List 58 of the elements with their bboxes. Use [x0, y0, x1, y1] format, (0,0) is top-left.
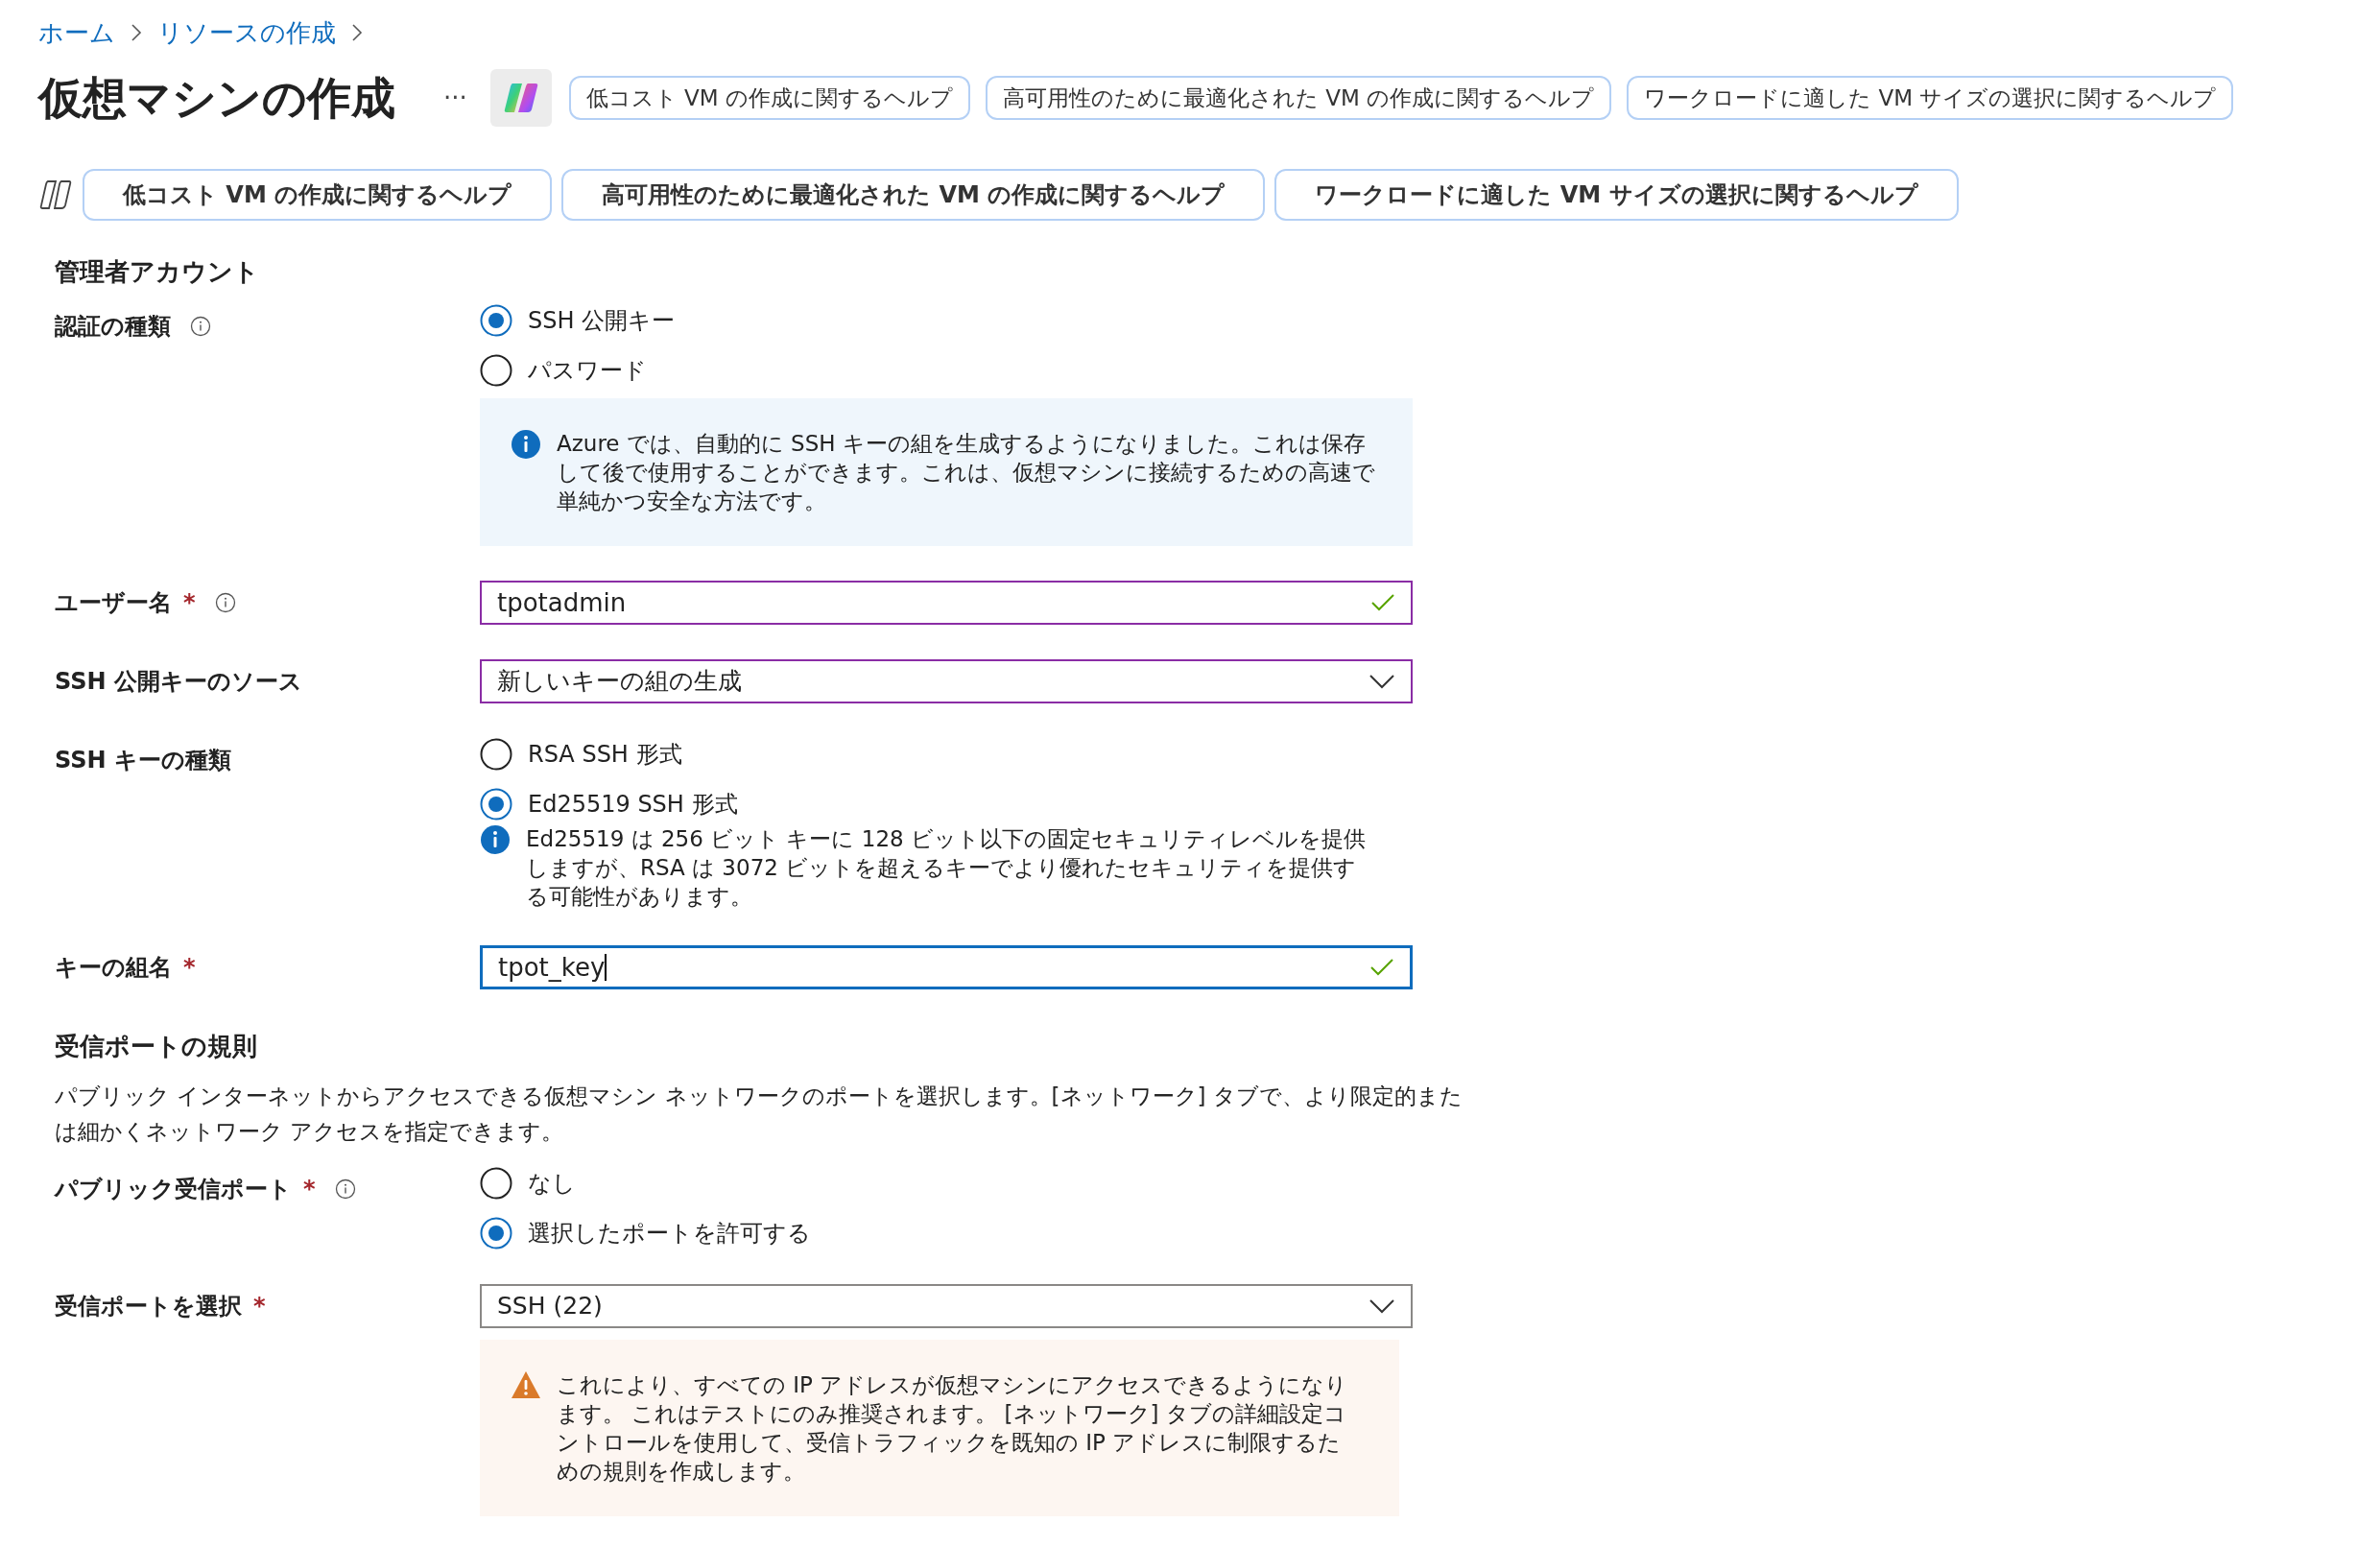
required-asterisk: *: [183, 953, 196, 983]
radio-button[interactable]: [480, 788, 512, 821]
radio-label[interactable]: 選択したポートを許可する: [528, 1216, 811, 1250]
section-heading: 管理者アカウント: [54, 256, 260, 288]
help-button[interactable]: 高可用性のために最適化された VM の作成に関するヘルプ: [561, 169, 1266, 221]
info-icon[interactable]: [334, 1178, 356, 1200]
breadcrumb-link[interactable]: ホーム: [38, 13, 115, 52]
section-description: パブリック インターネットからアクセスできる仮想マシン ネットワークのポートを選択します。[ネットワーク] タブで、より限定的または細かくネットワーク アクセスを指定できます。: [54, 1083, 1464, 1146]
text-input-field[interactable]: tpot_key: [480, 945, 1413, 989]
radio-button[interactable]: [480, 1167, 512, 1200]
more-button[interactable]: ···: [443, 79, 467, 117]
field-label: キーの組名: [55, 953, 172, 983]
field-label: SSH キーの種類: [55, 746, 231, 775]
radio-label[interactable]: Ed25519 SSH 形式: [528, 787, 738, 821]
required-asterisk: *: [253, 1292, 266, 1321]
section-heading: 受信ポートの規則: [54, 1031, 258, 1062]
help-button[interactable]: 高可用性のために最適化された VM の作成に関するヘルプ: [986, 76, 1612, 120]
radio-button[interactable]: [480, 354, 512, 387]
checkmark-icon: [1370, 592, 1395, 613]
field-label: SSH 公開キーのソース: [55, 667, 302, 697]
text-input-field[interactable]: tpotadmin: [480, 581, 1413, 625]
info-icon: [480, 824, 511, 855]
help-button[interactable]: 低コスト VM の作成に関するヘルプ: [568, 76, 970, 120]
field-label: 認証の種類: [55, 312, 171, 342]
chevron-down-icon: [1368, 1298, 1395, 1314]
copilot-outline-icon: [38, 178, 73, 211]
field-label: ユーザー名: [55, 588, 172, 618]
warning-icon: [511, 1370, 541, 1399]
radio-button[interactable]: [480, 1217, 512, 1250]
help-button[interactable]: ワークロードに適した VM サイズの選択に関するヘルプ: [1274, 169, 1959, 221]
dropdown[interactable]: SSH (22): [480, 1284, 1413, 1328]
chevron-right-icon: [351, 23, 363, 42]
copilot-icon: [502, 81, 539, 115]
dropdown[interactable]: 新しいキーの組の生成: [480, 659, 1413, 703]
page-title: 仮想マシンの作成: [38, 70, 395, 126]
breadcrumb-link[interactable]: リソースの作成: [157, 13, 336, 52]
field-label: パブリック受信ポート: [55, 1175, 292, 1204]
chevron-right-icon: [131, 23, 142, 42]
note-text: Azure では、自動的に SSH キーの組を生成するようになりました。これは保存して後で使用することができます。これは、仮想マシンに接続するための高速で単純かつ安全な方法です。: [557, 430, 1376, 515]
radio-button[interactable]: [480, 304, 512, 337]
required-asterisk: *: [183, 588, 196, 618]
radio-label[interactable]: パスワード: [528, 353, 647, 388]
help-button[interactable]: 低コスト VM の作成に関するヘルプ: [83, 169, 553, 221]
copilot-button[interactable]: [489, 69, 552, 127]
info-icon[interactable]: [190, 316, 211, 337]
field-label: 受信ポートを選択: [55, 1292, 242, 1321]
info-icon: [511, 429, 541, 460]
help-button[interactable]: ワークロードに適した VM サイズの選択に関するヘルプ: [1627, 76, 2234, 120]
required-asterisk: *: [303, 1175, 316, 1204]
info-icon[interactable]: [214, 592, 236, 613]
radio-label[interactable]: SSH 公開キー: [528, 303, 676, 338]
note-text: これにより、すべての IP アドレスが仮想マシンにアクセスできるようになります。 これはテストにのみ推奨されます。 [ネットワーク] タブの詳細設定コントロールを使用して、受信トラフィックを既知の IP アドレスに制限するための規則を作成します。: [557, 1371, 1349, 1486]
radio-button[interactable]: [480, 738, 512, 771]
radio-label[interactable]: なし: [528, 1166, 576, 1201]
note-text: Ed25519 は 256 ビット キーに 128 ビット以下の固定セキュリティレベルを提供しますが、RSA は 3072 ビットを超えるキーでより優れたセキュリティを提供する可能性があります。: [526, 825, 1367, 911]
checkmark-icon: [1369, 957, 1394, 978]
chevron-down-icon: [1368, 674, 1395, 689]
radio-label[interactable]: RSA SSH 形式: [528, 737, 682, 772]
